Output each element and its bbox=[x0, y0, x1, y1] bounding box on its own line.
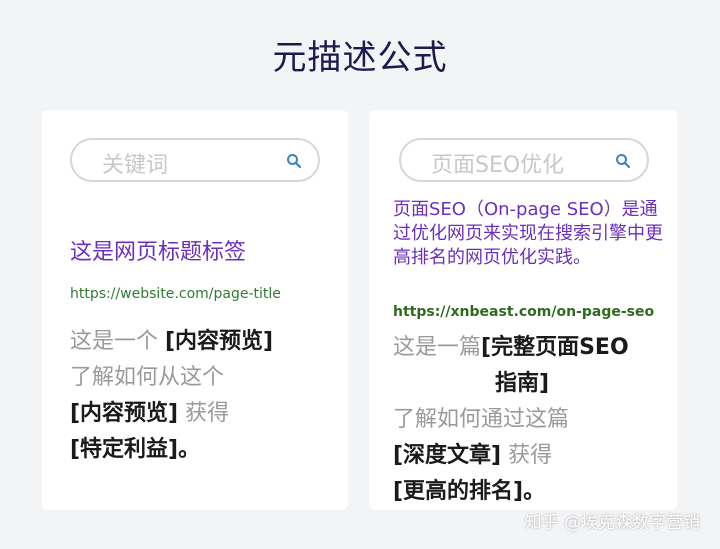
serp-url: https://website.com/page-title bbox=[70, 286, 281, 302]
desc-placeholder: [特定利益] bbox=[70, 437, 179, 462]
desc-text: 获得 bbox=[501, 443, 553, 468]
desc-placeholder: [完整页面SEO bbox=[481, 335, 629, 360]
desc-end: 。 bbox=[178, 437, 201, 462]
desc-text: 这是一篇 bbox=[393, 335, 482, 360]
serp-title-link[interactable]: 页面SEO（On-page SEO）是通过优化网页来实现在搜索引擎中更高排名的网… bbox=[393, 198, 663, 270]
watermark: 知乎 @埃克森数字营销 bbox=[524, 513, 700, 533]
page-title: 元描述公式 bbox=[272, 38, 448, 78]
serp-url: https://xnbeast.com/on-page-seo bbox=[393, 304, 655, 320]
desc-placeholder: [内容预览] bbox=[165, 329, 274, 354]
desc-placeholder: 指南] bbox=[495, 371, 550, 396]
desc-text: 获得 bbox=[178, 401, 230, 426]
search-icon[interactable] bbox=[615, 153, 631, 169]
meta-description: 这是一篇[完整页面SEO 指南] 了解如何通过这篇 [深度文章] 获得 [更高的… bbox=[393, 330, 677, 510]
search-icon[interactable] bbox=[286, 153, 302, 169]
search-placeholder: 页面SEO优化 bbox=[431, 153, 565, 178]
desc-placeholder: [内容预览] bbox=[70, 401, 179, 426]
example-card-generic: 关键词 这是网页标题标签 https://website.com/page-ti… bbox=[42, 110, 348, 510]
desc-end: 。 bbox=[523, 479, 546, 504]
desc-placeholder: [更高的排名] bbox=[393, 479, 524, 504]
meta-description: 这是一个 [内容预览] 了解如何从这个 [内容预览] 获得 [特定利益]。 bbox=[70, 324, 340, 468]
search-placeholder: 关键词 bbox=[102, 153, 169, 178]
desc-text: 这是一个 bbox=[70, 329, 165, 354]
desc-text: 了解如何从这个 bbox=[70, 365, 225, 390]
search-input[interactable]: 关键词 bbox=[70, 138, 320, 182]
desc-placeholder: [深度文章] bbox=[393, 443, 502, 468]
serp-title-link[interactable]: 这是网页标题标签 bbox=[70, 234, 246, 266]
example-card-seo: 页面SEO优化 页面SEO（On-page SEO）是通过优化网页来实现在搜索引… bbox=[369, 110, 677, 510]
search-input[interactable]: 页面SEO优化 bbox=[399, 138, 649, 182]
desc-text: 了解如何通过这篇 bbox=[393, 407, 570, 432]
